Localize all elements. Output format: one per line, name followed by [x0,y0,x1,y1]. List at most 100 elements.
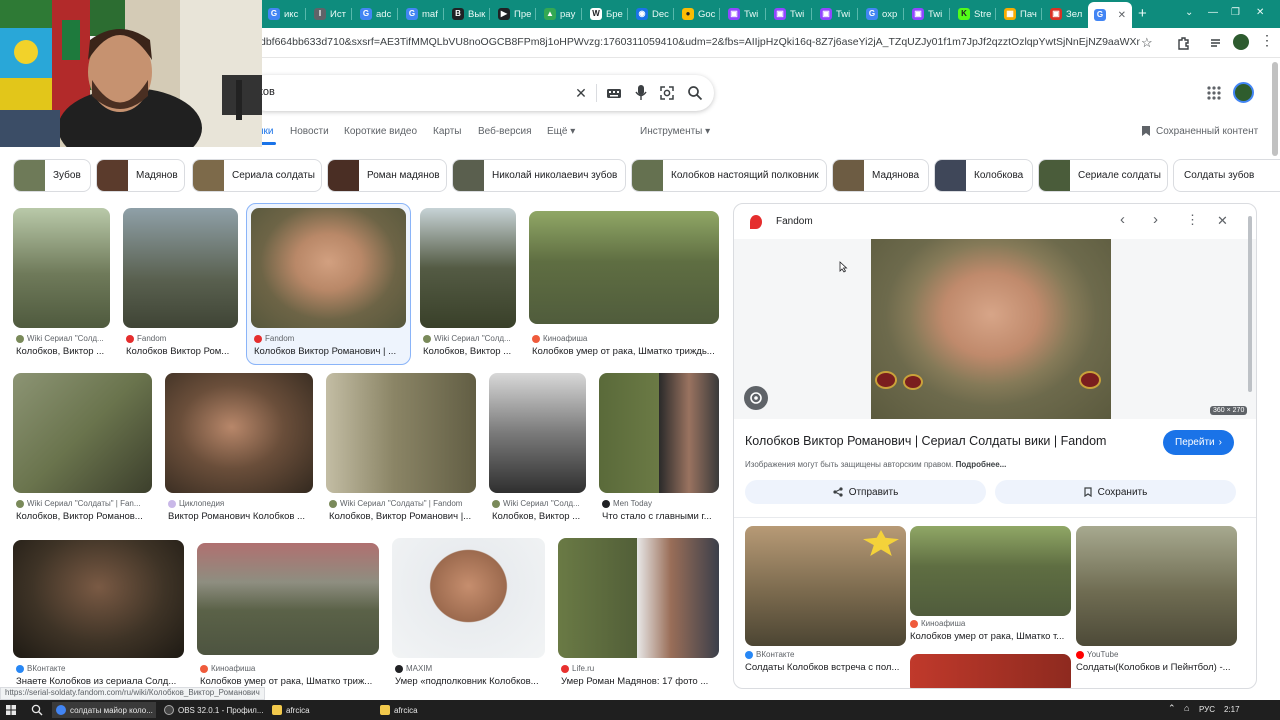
windows-start-icon[interactable] [6,705,16,715]
related-image[interactable] [745,526,906,646]
related-title[interactable]: Солдаты(Колобков и Пейнтбол) -... [1076,662,1237,673]
browser-tab[interactable]: Gmaf [400,3,442,25]
result-title[interactable]: Виктор Романович Колобков ... [168,511,313,522]
result-image[interactable] [123,208,238,328]
result-image-selected[interactable] [251,208,406,328]
browser-tab[interactable]: W Бре [584,3,626,25]
result-image[interactable] [489,373,586,493]
chip-kolobkov-colonel[interactable]: Колобков настоящий полковник [631,159,827,192]
page-scrollbar[interactable] [1272,62,1278,156]
previous-result-icon[interactable]: ‹ [1120,211,1125,228]
result-image[interactable] [13,373,152,493]
clock[interactable]: 2:17 [1224,705,1240,714]
taskbar-folder-2[interactable]: afrcica [376,702,480,718]
related-title[interactable]: Солдаты Колобков встреча с пол... [745,662,906,673]
browser-tab[interactable]: ▶ Пре [492,3,534,25]
minimize-button[interactable]: — [1208,7,1218,18]
browser-tab[interactable]: ▲ pay [538,3,580,25]
result-title[interactable]: Колобков Виктор Романович | ... [254,346,404,357]
browser-tab[interactable]: ▣ Twi [814,3,856,25]
close-preview-icon[interactable]: ✕ [1217,213,1228,229]
visit-button[interactable]: Перейти › [1163,430,1234,455]
maximize-button[interactable]: ❐ [1231,7,1240,18]
result-image[interactable] [165,373,313,493]
tray-chevron-icon[interactable]: ⌃ [1168,703,1176,714]
preview-source[interactable]: Fandom [776,216,813,227]
learn-more-link[interactable]: Подробнее... [956,460,1007,469]
result-image[interactable] [420,208,516,328]
result-title[interactable]: Что стало с главными г... [602,511,719,522]
network-icon[interactable]: ⌂ [1184,703,1189,713]
chip-zubov[interactable]: Зубов [13,159,91,192]
tab-more[interactable]: Ещё ▾ [547,126,575,137]
tab-maps[interactable]: Карты [433,126,462,137]
result-image[interactable] [599,373,719,493]
chip-soldaty-zubov[interactable]: Солдаты зубов [1173,159,1280,192]
lens-camera-icon[interactable] [659,85,675,101]
result-image[interactable] [392,538,545,658]
result-title[interactable]: Колобков Виктор Ром... [126,346,238,357]
lens-search-button[interactable] [744,386,768,410]
chip-madyanov[interactable]: Мадянов [96,159,185,192]
preview-image[interactable] [871,239,1111,419]
search-icon[interactable] [687,85,703,101]
browser-tab[interactable]: ▦ Пач [998,3,1040,25]
result-title[interactable]: Колобков, Виктор ... [16,346,110,357]
result-title[interactable]: Колобков, Виктор Романов... [16,511,152,522]
preview-scrollbar[interactable] [1248,216,1252,392]
browser-tab[interactable]: Gикс [262,3,304,25]
result-image[interactable] [197,543,379,655]
chip-seriale-soldaty[interactable]: Сериале солдаты [1038,159,1168,192]
taskbar-chrome[interactable]: солдаты майор коло... [52,702,156,718]
browser-tab[interactable]: K Stre [952,3,994,25]
related-image[interactable] [910,654,1071,688]
result-title[interactable]: Колобков умер от рака, Шматко триждь... [532,346,719,357]
save-button[interactable]: Сохранить [995,480,1236,504]
result-image[interactable] [326,373,476,493]
chip-roman-madyanov[interactable]: Роман мадянов [327,159,447,192]
saved-content-link[interactable]: Сохраненный контент [1141,125,1258,137]
keyboard-icon[interactable] [606,85,622,101]
result-title[interactable]: Колобков умер от рака, Шматко триж... [200,676,379,687]
browser-tab[interactable]: B Вык [446,3,488,25]
result-image[interactable] [13,208,110,328]
result-title[interactable]: Колобков, Виктор ... [423,346,516,357]
result-title[interactable]: Умер Роман Мадянов: 17 фото ... [561,676,719,687]
search-box[interactable]: ков ✕ [248,75,714,111]
bookmark-star-icon[interactable]: ☆ [1141,35,1153,51]
tab-news[interactable]: Новости [290,126,329,137]
new-tab-button[interactable]: + [1138,5,1147,22]
browser-tab[interactable]: ◉ Dec [630,3,672,25]
next-result-icon[interactable]: › [1153,211,1158,228]
tab-short-videos[interactable]: Короткие видео [344,126,417,137]
chip-kolobkova[interactable]: Колобкова [934,159,1033,192]
chip-serial-soldaty[interactable]: Сериала солдаты [192,159,322,192]
related-image[interactable] [910,526,1071,616]
extensions-icon[interactable] [1176,36,1190,50]
google-apps-icon[interactable] [1207,86,1221,100]
result-title[interactable]: Знаете Колобков из сериала Солд... [16,676,184,687]
language-indicator[interactable]: РУС [1199,705,1215,714]
browser-tab[interactable]: I Ист [308,3,350,25]
browser-tab[interactable]: ▣ Зел [1044,3,1086,25]
tab-web[interactable]: Веб-версия [478,126,532,137]
related-image[interactable] [1076,526,1237,646]
browser-tab[interactable]: ▣ Twi [906,3,948,25]
address-bar[interactable]: dbf664bb633d710&sxsrf=AE3TifMMQLbVU8noOG… [260,36,1140,48]
taskbar-folder-1[interactable]: afrcica [268,702,372,718]
result-title[interactable]: Колобков, Виктор ... [492,511,586,522]
more-options-icon[interactable]: ⋮ [1186,212,1199,228]
browser-tab[interactable]: ▣ Twi [722,3,764,25]
preview-title[interactable]: Колобков Виктор Романович | Сериал Солда… [745,434,1106,448]
tools-button[interactable]: Инструменты ▾ [640,126,710,137]
related-title[interactable]: Колобков умер от рака, Шматко т... [910,631,1071,642]
taskbar-obs[interactable]: OBS 32.0.1 - Профил... [160,702,264,718]
browser-tab[interactable]: Gadc [354,3,396,25]
clear-search-icon[interactable]: ✕ [572,84,590,102]
taskbar-search-icon[interactable] [31,704,43,716]
share-button[interactable]: Отправить [745,480,986,504]
browser-menu-icon[interactable]: ⋮ [1260,32,1274,49]
chip-madyanova[interactable]: Мадянова [832,159,929,192]
microphone-icon[interactable] [633,84,649,102]
result-image[interactable] [558,538,719,658]
